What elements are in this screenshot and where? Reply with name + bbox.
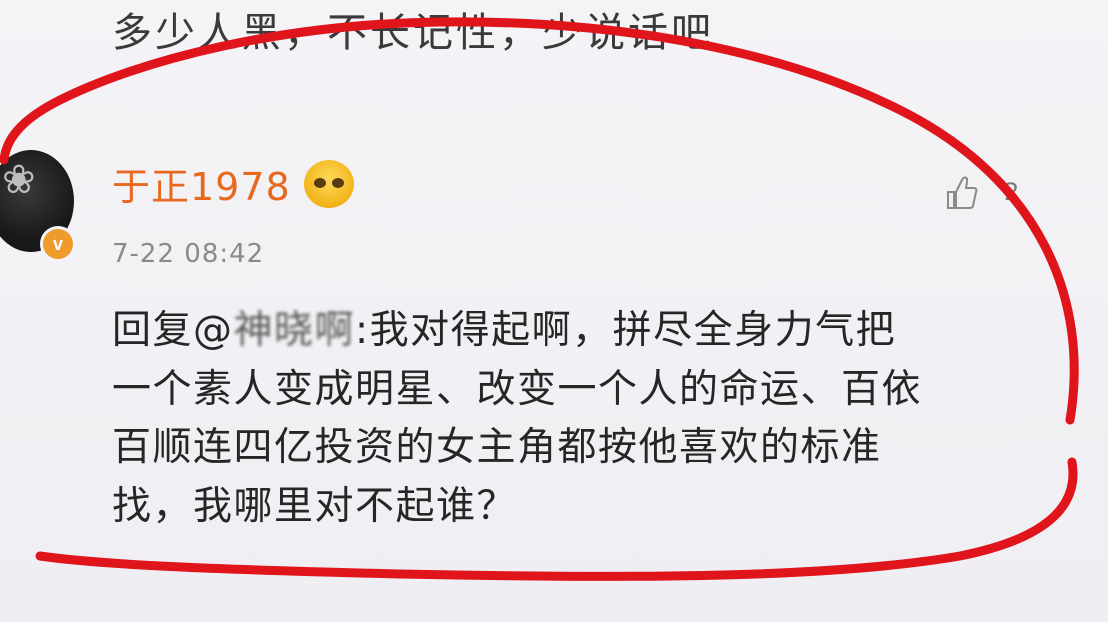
comment-line-3: 百顺连四亿投资的女主角都按他喜欢的标准 bbox=[112, 425, 882, 470]
comment-line-4: 找，我哪里对不起谁？ bbox=[112, 483, 518, 529]
thumbs-up-icon[interactable] bbox=[944, 172, 978, 212]
verified-badge-icon: v bbox=[40, 226, 76, 262]
previous-comment-last-line: 多少人黑，不长记性，少说话吧 bbox=[112, 10, 714, 56]
like-count: 2 bbox=[1004, 178, 1020, 206]
reply-prefix: 回复@ bbox=[112, 308, 234, 353]
comment-screen: …………………………………… 多少人黑，不长记性，少说话吧 ❀ v 于正1978… bbox=[0, 0, 1108, 622]
avatar-image-glyph: ❀ bbox=[2, 157, 36, 203]
comment-body: 回复@神晓啊:我对得起啊，拼尽全身力气把 一个素人变成明星、改变一个人的命运、百… bbox=[112, 302, 1072, 536]
vip-emoji-icon bbox=[304, 160, 354, 208]
comment-line-2: 一个素人变成明星、改变一个人的命运、百依 bbox=[112, 366, 923, 412]
username[interactable]: 于正1978 bbox=[112, 162, 291, 212]
comment-timestamp: 7-22 08:42 bbox=[112, 239, 265, 269]
mention-link[interactable]: 神晓啊 bbox=[234, 308, 356, 353]
comment-line-1: 回复@神晓啊:我对得起啊，拼尽全身力气把 bbox=[112, 302, 1072, 361]
comment-line-1-text: :我对得起啊，拼尽全身力气把 bbox=[355, 308, 897, 353]
